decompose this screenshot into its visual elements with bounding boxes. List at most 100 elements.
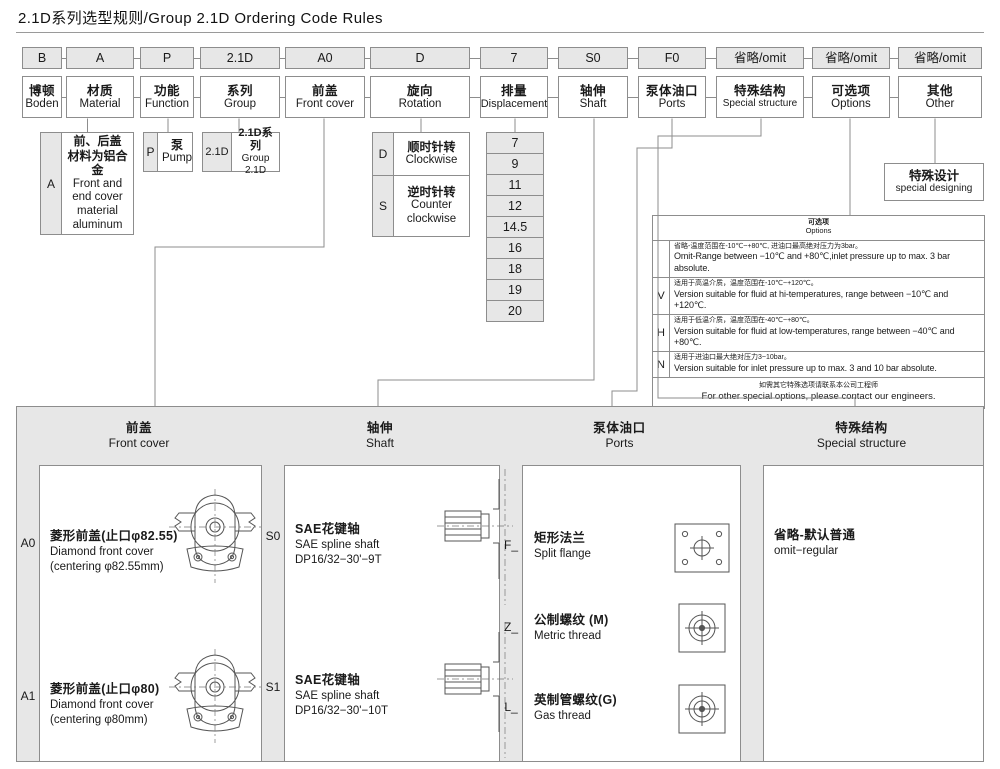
- shaft-key-column: [262, 465, 285, 761]
- shaft-item-s1: SAE花键轴 SAE spline shaft DP16/32−30'−10T: [295, 672, 455, 720]
- code-box-3-label: P: [162, 51, 172, 65]
- section-special-en: Special structure: [816, 436, 907, 451]
- code-box-1-label: B: [37, 51, 47, 65]
- name-connector-10: [804, 97, 812, 98]
- code-box-7[interactable]: 7: [480, 47, 548, 69]
- section-front-cover-cn: 前盖: [125, 421, 153, 436]
- displacement-option-18[interactable]: 18: [486, 258, 544, 280]
- name-connector-8: [628, 97, 638, 98]
- group-detail-block: 2.1D 2.1D系列 Group 2.1D: [202, 127, 280, 176]
- name-box-9-en: Ports: [658, 97, 686, 110]
- name-box-3: 功能 Function: [140, 76, 194, 118]
- material-en-line2: end cover: [72, 191, 123, 204]
- material-detail-block: A 前、后盖 材料为铝合金 Front and end cover materi…: [40, 132, 134, 235]
- name-box-8: 轴伸 Shaft: [558, 76, 628, 118]
- options-row-4-en: Version suitable for inlet pressure up t…: [674, 363, 937, 374]
- displacement-option-9[interactable]: 9: [486, 153, 544, 175]
- section-ports-en: Ports: [605, 436, 634, 451]
- code-box-10-label: 省略/omit: [733, 51, 787, 65]
- diamond-front-cover-a0-drawing: [169, 489, 261, 583]
- spline-shaft-s1-drawing: [437, 622, 513, 758]
- section-shaft-cn: 轴伸: [366, 421, 394, 436]
- ports-key-l: L_: [504, 700, 518, 714]
- group-key: 2.1D: [203, 133, 232, 171]
- options-row-3: H 适用于低温介质，温度范围在-40℃~+80℃。 Version suitable…: [653, 315, 984, 353]
- options-row-3-cn: 适用于低温介质，温度范围在-40℃~+80℃。: [674, 317, 814, 325]
- code-box-12[interactable]: 省略/omit: [898, 47, 982, 69]
- name-connector-6: [470, 97, 480, 98]
- code-box-5[interactable]: A0: [285, 47, 365, 69]
- options-table-header: 可选项 Options: [653, 216, 984, 241]
- code-box-3[interactable]: P: [140, 47, 194, 69]
- name-box-1: 博顿 Boden: [22, 76, 62, 118]
- ports-f-cn: 矩形法兰: [534, 531, 586, 545]
- displacement-value-14.5: 14.5: [502, 220, 528, 234]
- ports-l-cn: 英制管螺纹(G): [534, 693, 617, 707]
- front-cover-key-a0: A0: [20, 536, 36, 550]
- material-en-line3: material: [77, 205, 118, 218]
- displacement-option-14.5[interactable]: 14.5: [486, 216, 544, 238]
- code-box-9-label: F0: [664, 51, 680, 65]
- rotation-ccw-cn: 逆时针转: [407, 185, 456, 199]
- displacement-option-20[interactable]: 20: [486, 300, 544, 322]
- displacement-option-19[interactable]: 19: [486, 279, 544, 301]
- function-key: P: [144, 133, 158, 171]
- ports-key-z: Z_: [503, 620, 518, 634]
- name-box-9: 泵体油口 Ports: [638, 76, 706, 118]
- code-box-6[interactable]: D: [370, 47, 470, 69]
- displacement-value-12: 12: [508, 199, 522, 213]
- code-box-4[interactable]: 2.1D: [200, 47, 280, 69]
- options-table: 可选项 Options 省略-温度范围在-10℃~+80℃, 进油口最高绝对压力…: [652, 215, 985, 410]
- code-box-10[interactable]: 省略/omit: [716, 47, 804, 69]
- name-box-2: 材质 Material: [66, 76, 134, 118]
- name-box-9-cn: 泵体油口: [645, 83, 698, 98]
- options-row-2-cn: 适用于高温介质，温度范围在-10℃~+120℃。: [674, 279, 818, 287]
- diamond-front-cover-a1-drawing: [169, 649, 261, 743]
- name-box-6-cn: 旋向: [406, 83, 433, 98]
- section-front-cover-en: Front cover: [108, 436, 170, 451]
- name-box-2-cn: 材质: [86, 83, 113, 98]
- material-en-line4: aluminum: [72, 218, 123, 231]
- displacement-option-16[interactable]: 16: [486, 237, 544, 259]
- options-row-4-cn: 适用于进油口最大绝对压力3~10bar。: [674, 354, 791, 362]
- gas-thread-icon: [678, 684, 726, 734]
- material-cn-line2: 材料为铝合金: [67, 148, 128, 178]
- options-row-3-key: H: [653, 315, 670, 352]
- name-box-1-cn: 博顿: [28, 83, 55, 98]
- options-footer-en: For other special options, please contac…: [701, 391, 936, 403]
- name-box-12-en: Other: [925, 97, 955, 110]
- name-box-4: 系列 Group: [200, 76, 280, 118]
- ports-key-f: F_: [503, 538, 518, 552]
- rotation-ccw-en1: Counter: [411, 199, 452, 212]
- name-box-6-en: Rotation: [398, 97, 442, 110]
- code-box-11-label: 省略/omit: [824, 51, 878, 65]
- section-header-special-structure: 特殊结构 Special structure: [740, 407, 983, 465]
- displacement-value-18: 18: [508, 262, 522, 276]
- code-box-9[interactable]: F0: [638, 47, 706, 69]
- displacement-stack: 7 9 11 12 14.5 16 18 19 20: [486, 132, 544, 322]
- shaft-s0-sub: DP16/32−30'−9T: [295, 554, 382, 567]
- code-box-2[interactable]: A: [66, 47, 134, 69]
- code-box-8[interactable]: S0: [558, 47, 628, 69]
- displacement-option-12[interactable]: 12: [486, 195, 544, 217]
- code-box-1[interactable]: B: [22, 47, 62, 69]
- name-box-11-cn: 可选项: [831, 83, 871, 98]
- code-connector-9: [706, 58, 716, 59]
- group-cn: 2.1D系列: [238, 126, 273, 152]
- rotation-ccw-en2: clockwise: [406, 213, 457, 226]
- front-cover-key-column: [17, 465, 40, 761]
- rotation-key-d: D: [378, 147, 388, 161]
- name-box-8-cn: 轴伸: [579, 83, 606, 98]
- shaft-s0-en: SAE spline shaft: [295, 538, 380, 551]
- displacement-option-7[interactable]: 7: [486, 132, 544, 154]
- displacement-option-11[interactable]: 11: [486, 174, 544, 196]
- code-box-11[interactable]: 省略/omit: [812, 47, 890, 69]
- special-structure-item-omit: 省略-默认普通 omit−regular: [774, 527, 964, 559]
- rotation-key-s: S: [378, 199, 387, 213]
- ports-l-en: Gas thread: [534, 709, 591, 722]
- split-flange-icon: [674, 523, 730, 573]
- displacement-value-9: 9: [511, 157, 519, 171]
- shaft-key-s1: S1: [265, 680, 281, 694]
- shaft-key-s0: S0: [265, 529, 281, 543]
- function-en: Pump: [162, 152, 193, 165]
